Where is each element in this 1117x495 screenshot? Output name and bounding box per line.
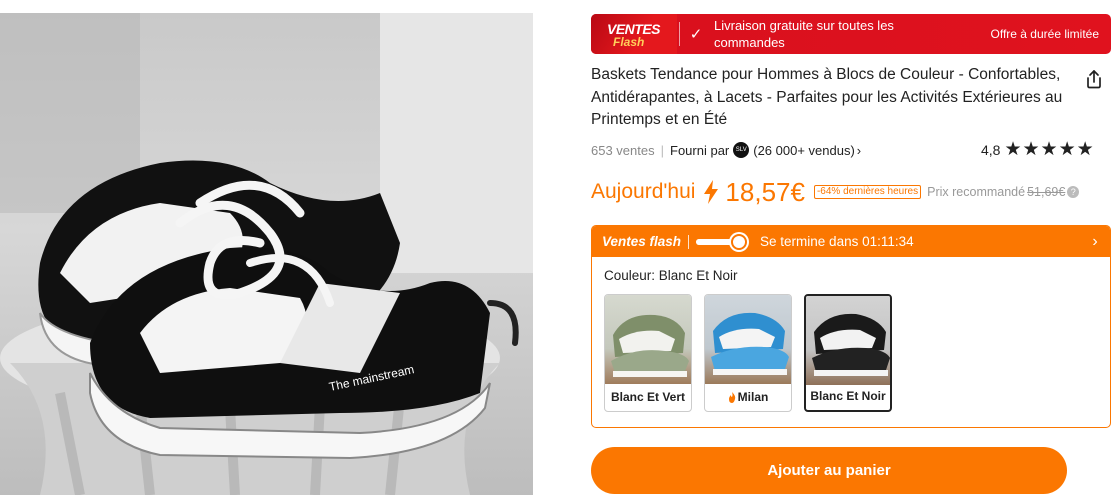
color-label: Couleur: Blanc Et Noir: [604, 268, 738, 283]
current-price: 18,57€: [725, 176, 805, 207]
share-icon[interactable]: [1083, 68, 1105, 90]
flash-sale-header[interactable]: Ventes flash Se termine dans 01:11:34 ›: [592, 226, 1110, 257]
flame-icon: [728, 391, 735, 403]
limited-offer-text: Offre à durée limitée: [990, 27, 1100, 41]
banner-divider: [679, 22, 680, 46]
star-icons: ★★★★★: [1004, 139, 1095, 160]
product-info-panel: VENTES Flash ✓ Livraison gratuite sur to…: [591, 0, 1117, 495]
swatch-name: Blanc Et Vert: [610, 390, 686, 404]
today-label: Aujourd'hui: [591, 180, 696, 203]
provided-by-label: Fourni par: [670, 142, 730, 158]
flash-sale-label: Ventes flash: [602, 234, 682, 249]
flash-sale-box: Ventes flash Se termine dans 01:11:34 › …: [591, 225, 1111, 428]
discount-badge: -64% dernières heures: [813, 185, 922, 199]
logo-line2: Flash: [613, 35, 645, 49]
info-icon[interactable]: ?: [1067, 186, 1080, 198]
color-options: Blanc Et Vert Milan Blanc Et Noir: [604, 294, 892, 412]
store-sold-count: (26 000+ vendus): [753, 142, 855, 158]
sneaker-thumbnail: [812, 313, 890, 376]
recommended-price-label: Prix recommandé: [927, 185, 1026, 199]
rating[interactable]: 4,8 ★★★★★: [981, 140, 1095, 159]
flash-progress-knob: [730, 233, 747, 250]
product-title: Baskets Tendance pour Hommes à Blocs de …: [591, 66, 1063, 128]
swatch-image: [806, 296, 890, 385]
price-row: Aujourd'hui 18,57€ -64% dernières heures…: [591, 176, 1111, 208]
product-page: The mainstream VENTES Flash ✓ Livraison …: [0, 0, 1117, 495]
store-link[interactable]: Fourni par SLV (26 000+ vendus) ›: [670, 142, 861, 158]
header-divider: [688, 234, 690, 249]
chevron-right-icon: ›: [856, 142, 862, 158]
rating-value: 4,8: [981, 141, 1001, 158]
add-to-cart-button[interactable]: Ajouter au panier: [591, 447, 1067, 494]
ventes-flash-logo: VENTES Flash: [591, 14, 677, 54]
swatch-name: Milan: [705, 383, 791, 411]
sneaker-illustration: The mainstream: [0, 13, 533, 495]
chevron-right-icon[interactable]: ›: [1080, 226, 1110, 257]
swatch-image: [605, 295, 691, 384]
color-option-milan[interactable]: Milan: [704, 294, 792, 412]
sales-count: 653 ventes: [591, 142, 655, 158]
product-main-image[interactable]: The mainstream: [0, 13, 533, 495]
flash-sale-banner[interactable]: VENTES Flash ✓ Livraison gratuite sur to…: [591, 14, 1111, 54]
swatch-image: [705, 295, 791, 384]
top-strip: [0, 0, 533, 13]
color-option-blanc-et-noir[interactable]: Blanc Et Noir: [804, 294, 892, 412]
sneaker-thumbnail: [711, 312, 789, 375]
lightning-icon: [704, 180, 719, 204]
sneaker-thumbnail: [611, 314, 689, 377]
color-option-blanc-et-vert[interactable]: Blanc Et Vert: [604, 294, 692, 412]
store-logo: SLV: [733, 142, 750, 158]
check-icon: ✓: [689, 26, 703, 43]
swatch-name-text: Milan: [737, 390, 769, 404]
free-shipping-text: Livraison gratuite sur toutes les comman…: [714, 18, 894, 50]
meta-separator: |: [660, 142, 664, 158]
flash-progress-bar: [696, 233, 749, 250]
recommended-price: 51,69€: [1027, 185, 1066, 199]
swatch-name: Blanc Et Noir: [810, 389, 886, 403]
countdown-text: Se termine dans 01:11:34: [760, 234, 914, 249]
